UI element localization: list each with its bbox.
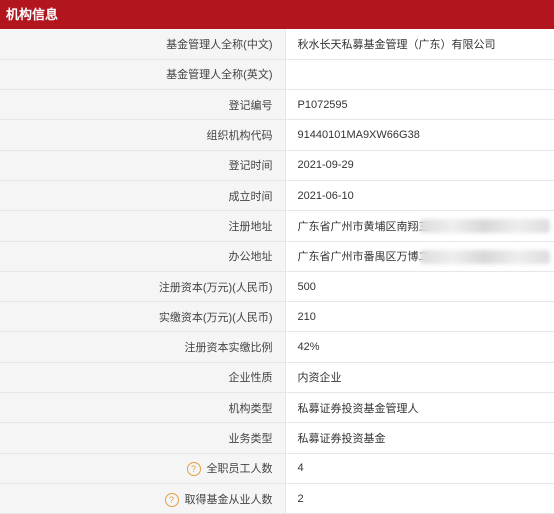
office-address-cell: 广东省广州市番禺区万博二 [285,241,554,272]
info-table: 基金管理人全称(中文) 秋水长天私募基金管理（广东）有限公司 基金管理人全称(英… [0,29,554,514]
row-value: 91440101MA9XW66G38 [285,119,554,151]
table-row: 办公地址 广东省广州市番禺区万博二 [0,241,554,272]
table-row: 业务类型 私募证券投资基金 [0,422,554,454]
table-row: 组织机构代码 91440101MA9XW66G38 [0,119,554,151]
redacted-blur [419,219,550,234]
row-label: 机构类型 [0,392,286,424]
table-row: 注册资本实缴比例 42% [0,331,554,363]
row-value: 2 [285,483,554,514]
table-row: ? 取得基金从业人数 2 [0,483,554,514]
table-row: 登记编号 P1072595 [0,89,554,121]
table-row: 机构类型 私募证券投资基金管理人 [0,392,554,424]
table-row: ? 全职员工人数 4 [0,453,554,484]
row-label: 业务类型 [0,422,286,454]
row-value [285,59,554,91]
redacted-blur [419,249,550,264]
table-row: 基金管理人全称(中文) 秋水长天私募基金管理（广东）有限公司 [0,29,554,60]
section-header: 机构信息 [0,0,554,29]
row-value: 500 [285,271,554,303]
row-label: 基金管理人全称(中文) [0,29,286,60]
row-value: 私募证券投资基金 [285,422,554,454]
table-row: 注册资本(万元)(人民币) 500 [0,271,554,303]
table-row: 基金管理人全称(英文) [0,59,554,91]
row-label: 全职员工人数 [206,463,273,476]
row-label: 登记编号 [0,89,286,121]
row-label: 办公地址 [0,241,286,272]
row-label: 组织机构代码 [0,119,286,151]
row-value: 私募证券投资基金管理人 [285,392,554,424]
row-value: 2021-09-29 [285,150,554,181]
row-label: 取得基金从业人数 [184,493,273,506]
registered-address-cell: 广东省广州市黄埔区南翔三 [285,210,554,242]
table-row: 注册地址 广东省广州市黄埔区南翔三 [0,210,554,242]
row-label: 登记时间 [0,150,286,181]
row-value: 42% [285,331,554,363]
row-value: P1072595 [285,89,554,121]
table-row: 登记时间 2021-09-29 [0,150,554,181]
row-label: 基金管理人全称(英文) [0,59,286,91]
section-title: 机构信息 [6,7,59,22]
row-label: 成立时间 [0,180,286,212]
row-label: 企业性质 [0,362,286,394]
row-value: 内资企业 [285,362,554,394]
table-row: 实缴资本(万元)(人民币) 210 [0,301,554,333]
row-label: 实缴资本(万元)(人民币) [0,301,286,333]
row-label: 注册资本(万元)(人民币) [0,271,286,303]
row-label-cell: ? 取得基金从业人数 [0,483,286,514]
row-label-cell: ? 全职员工人数 [0,453,286,484]
row-value: 4 [285,453,554,484]
row-value: 广东省广州市番禺区万博二 [297,251,430,264]
table-row: 企业性质 内资企业 [0,362,554,394]
table-row: 成立时间 2021-06-10 [0,180,554,212]
row-value: 广东省广州市黄埔区南翔三 [297,220,430,233]
row-label: 注册地址 [0,210,286,242]
help-icon[interactable]: ? [186,462,201,477]
row-value: 210 [285,301,554,333]
row-label: 注册资本实缴比例 [0,331,286,363]
help-icon[interactable]: ? [164,492,179,507]
row-value: 秋水长天私募基金管理（广东）有限公司 [285,29,554,60]
row-value: 2021-06-10 [285,180,554,212]
